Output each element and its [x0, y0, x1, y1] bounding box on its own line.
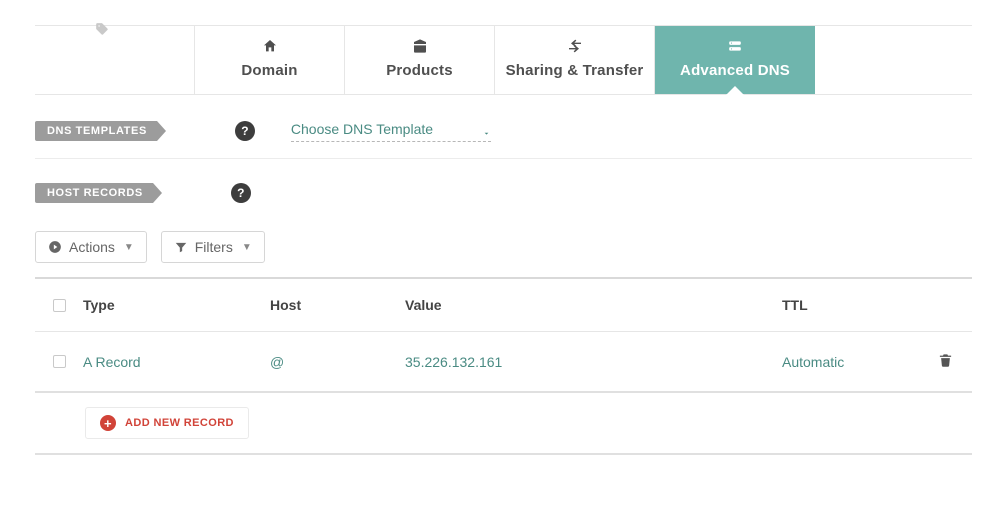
cell-host[interactable]: @ — [270, 354, 405, 370]
add-new-record-button[interactable]: + ADD NEW RECORD — [85, 407, 249, 439]
col-host: Host — [270, 297, 405, 313]
tab-label: Sharing & Transfer — [495, 62, 654, 79]
home-icon — [262, 38, 278, 57]
actions-label: Actions — [69, 239, 115, 255]
delete-row-button[interactable] — [920, 352, 970, 371]
help-icon[interactable]: ? — [231, 183, 251, 203]
chevron-down-icon: ▼ — [124, 242, 134, 253]
dns-template-select-label: Choose DNS Template — [291, 121, 433, 137]
tab-advanced-dns[interactable]: Advanced DNS — [655, 26, 815, 94]
tab-label: Advanced DNS — [655, 62, 815, 79]
dns-template-select[interactable]: Choose DNS Template — [291, 119, 491, 142]
col-type: Type — [83, 297, 270, 313]
tab-bar: Domain Products Sharing & Transfer Advan… — [35, 25, 972, 95]
tab-sharing-transfer[interactable]: Sharing & Transfer — [495, 26, 655, 94]
host-records-badge: HOST RECORDS — [35, 183, 153, 203]
server-icon — [726, 39, 744, 56]
host-records-section: HOST RECORDS ? — [35, 159, 972, 211]
trash-icon — [938, 355, 953, 371]
col-ttl: TTL — [782, 297, 920, 313]
cell-type[interactable]: A Record — [83, 354, 270, 370]
box-icon — [412, 38, 428, 57]
host-records-table: Type Host Value TTL A Record @ 35.226.13… — [35, 277, 972, 455]
chevron-down-icon — [482, 125, 491, 141]
table-row: A Record @ 35.226.132.161 Automatic — [35, 332, 972, 393]
actions-button[interactable]: Actions ▼ — [35, 231, 147, 263]
filters-label: Filters — [195, 239, 233, 255]
tab-leading-space — [35, 26, 195, 94]
add-row: + ADD NEW RECORD — [35, 393, 972, 455]
play-icon — [48, 240, 62, 254]
dns-templates-badge: DNS TEMPLATES — [35, 121, 157, 141]
tab-trailing-space — [815, 26, 972, 94]
filter-icon — [174, 240, 188, 254]
col-value: Value — [405, 297, 782, 313]
chevron-down-icon: ▼ — [242, 242, 252, 253]
tab-label: Domain — [195, 62, 344, 79]
dns-templates-section: DNS TEMPLATES ? Choose DNS Template — [35, 95, 972, 159]
cell-value[interactable]: 35.226.132.161 — [405, 354, 782, 370]
help-icon[interactable]: ? — [235, 121, 255, 141]
tab-label: Products — [345, 62, 494, 79]
tag-icon — [95, 22, 109, 39]
plus-icon: + — [100, 415, 116, 431]
select-all-checkbox[interactable] — [53, 299, 66, 312]
filters-button[interactable]: Filters ▼ — [161, 231, 265, 263]
table-header: Type Host Value TTL — [35, 279, 972, 332]
tab-products[interactable]: Products — [345, 26, 495, 94]
action-buttons-row: Actions ▼ Filters ▼ — [35, 211, 972, 277]
add-new-record-label: ADD NEW RECORD — [125, 417, 234, 429]
row-checkbox[interactable] — [53, 355, 66, 368]
tab-domain[interactable]: Domain — [195, 26, 345, 94]
share-icon — [566, 38, 584, 57]
cell-ttl[interactable]: Automatic — [782, 354, 920, 370]
